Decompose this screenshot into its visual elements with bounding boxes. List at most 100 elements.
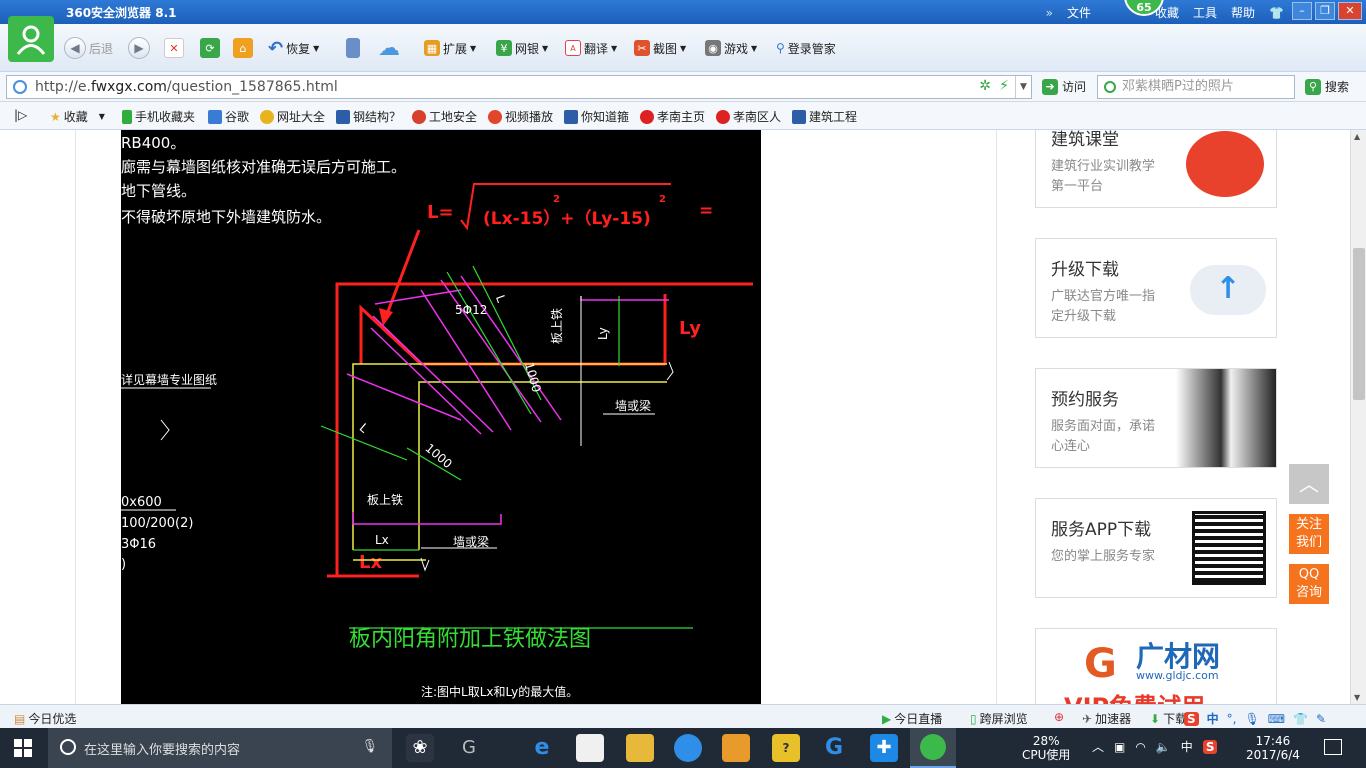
gift-icon: ▤ (14, 711, 26, 726)
fav-item-construction[interactable]: 建筑工程 (792, 108, 857, 125)
follow-us-button[interactable]: 关注我们 (1289, 514, 1329, 554)
glodon-icon[interactable] (674, 734, 702, 762)
expand-favorites-icon[interactable]: |▷ (14, 108, 27, 122)
handshake-image (1176, 369, 1276, 467)
cad-note: 廊需与幕墙图纸核对准确无误后方可施工。 (121, 158, 406, 176)
fav-label: 孝南主页 (657, 110, 706, 124)
cross-screen[interactable]: ▯ 跨屏浏览 (970, 710, 1028, 727)
cad-note: 不得破坏原地下外墙建筑防水。 (121, 208, 331, 226)
menu-tools[interactable]: 工具 (1193, 4, 1217, 21)
phone-button[interactable] (346, 36, 360, 60)
dim-label: L (493, 293, 509, 304)
fav-item-stirrup[interactable]: 你知道箍 (564, 108, 629, 125)
forward-button[interactable]: ▶ (128, 36, 150, 60)
microphone-icon[interactable]: 🎙 (361, 739, 378, 754)
clock[interactable]: 17:46 2017/6/4 (1246, 734, 1300, 762)
fav-item-google[interactable]: 谷歌 (208, 108, 249, 125)
back-label: 后退 (89, 41, 114, 56)
windows-start-icon[interactable] (14, 739, 32, 757)
close-button[interactable]: ✕ (1338, 2, 1362, 20)
visit-button[interactable]: ➜ 访问 (1042, 78, 1086, 95)
restore-button[interactable]: ↶ 恢复 ▼ (268, 36, 319, 60)
maximize-button[interactable]: ❐ (1315, 2, 1335, 20)
browser-task-active[interactable] (910, 728, 956, 768)
scroll-thumb[interactable] (1353, 248, 1365, 400)
page-scrollbar[interactable]: ▲ ▼ (1350, 130, 1366, 704)
card-subtitle: 建筑行业实训教学第一平台 (1051, 159, 1156, 194)
favorites-menu[interactable]: ★ 收藏 ▼ (50, 108, 105, 125)
glodon-app-icon[interactable]: G (820, 734, 848, 762)
skin-icon[interactable]: 👕 (1269, 6, 1284, 20)
qq-consult-button[interactable]: QQ咨询 (1289, 564, 1329, 604)
menu-file[interactable]: 文件 (1067, 4, 1091, 21)
ad-vip: VIP免费试用 (1064, 687, 1205, 704)
sogou-tray-icon[interactable]: S (1202, 740, 1218, 754)
plus-circle-icon: ⊕ (1054, 710, 1065, 724)
stop-button[interactable]: ✕ (164, 36, 184, 60)
games-button[interactable]: ◉ 游戏 ▼ (705, 36, 757, 60)
folder-icon[interactable] (626, 734, 654, 762)
translate-button[interactable]: A 翻译 ▼ (565, 36, 617, 60)
menu-help[interactable]: 帮助 (1231, 4, 1255, 21)
fav-item-xiaonan[interactable]: 孝南主页 (640, 108, 705, 125)
today-live[interactable]: ▶ 今日直播 (882, 710, 942, 727)
edge-icon[interactable]: e (528, 734, 556, 762)
lightning-icon[interactable]: ⚡ (999, 78, 1009, 94)
url-dropdown-icon[interactable]: ▼ (1015, 76, 1031, 98)
search-button[interactable]: ⚲ 搜索 (1305, 78, 1349, 95)
today-picks[interactable]: ▤ 今日优选 (14, 710, 76, 727)
tray-app-icon[interactable]: ▣ (1114, 740, 1125, 754)
search-input[interactable]: 邓紫棋晒P过的照片 (1097, 75, 1295, 99)
fav-item-xiaonan-district[interactable]: 孝南区人 (716, 108, 781, 125)
plugin-icon[interactable]: ⊕ (1054, 710, 1064, 724)
chevron-up-icon[interactable]: ︿ (1092, 740, 1104, 754)
url-input[interactable]: http://e. fwxgx.com/question_1587865.html… (6, 75, 1032, 99)
ebank-button[interactable]: ¥ 网银 ▼ (496, 36, 548, 60)
bar-label: 5Φ12 (455, 303, 487, 317)
input-language[interactable]: 中 (1181, 740, 1193, 754)
wifi-icon[interactable]: ◠ (1135, 740, 1145, 754)
browser-logo[interactable] (8, 16, 54, 62)
taskbar-search[interactable]: 在这里输入你要搜索的内容 🎙 (48, 728, 392, 768)
fav-item-video[interactable]: 视频播放 (488, 108, 553, 125)
extensions-button[interactable]: ▦ 扩展 ▼ (424, 36, 476, 60)
store-icon[interactable] (576, 734, 604, 762)
card-app-download[interactable]: 服务APP下载 您的掌上服务专家 (1035, 498, 1277, 598)
globe-icon (13, 80, 27, 94)
help-app-icon[interactable]: ? (772, 734, 800, 762)
card-upgrade-download[interactable]: 升级下载 广联达官方唯一指定升级下载 ↑ (1035, 238, 1277, 338)
dropdown-icon: ▼ (313, 43, 320, 53)
scroll-down-icon[interactable]: ▼ (1354, 693, 1360, 702)
download[interactable]: ⬇ 下载 (1150, 710, 1187, 727)
task-view-icon[interactable]: ❀ (406, 734, 434, 762)
fav-item-steel[interactable]: 钢结构？ (336, 108, 401, 125)
home-button[interactable]: ⌂ (233, 36, 253, 60)
back-button[interactable]: ◀ 后退 (64, 36, 113, 60)
restore-label: 恢复 (286, 41, 311, 56)
notes-icon[interactable] (722, 734, 750, 762)
site-icon (564, 109, 578, 124)
refresh-button[interactable]: ⟳ (200, 36, 220, 60)
cloud-button[interactable]: ☁ (378, 36, 400, 61)
cpu-usage[interactable]: 28% CPU使用 (1022, 734, 1070, 762)
volume-icon[interactable]: 🔈 (1156, 740, 1171, 754)
fav-label: 你知道箍 (581, 110, 630, 124)
ime-toolbar[interactable]: S 中 °, 🎙 ⌨ 👕 ✎ (1184, 710, 1326, 727)
login-manager-button[interactable]: ⚲ 登录管家 (776, 36, 836, 60)
label-lx: Lx (359, 552, 382, 573)
card-appointment[interactable]: 预约服务 服务面对面，承诺心连心 (1035, 368, 1277, 468)
notification-icon[interactable] (1324, 739, 1342, 755)
scroll-up-icon[interactable]: ▲ (1354, 132, 1360, 141)
accelerator[interactable]: ✈ 加速器 (1082, 710, 1131, 727)
plus-app-icon[interactable]: ✚ (870, 734, 898, 762)
fav-item-safety[interactable]: 工地安全 (412, 108, 477, 125)
screenshot-button[interactable]: ✂ 截图 ▼ (634, 36, 686, 60)
ad-gldjc[interactable]: G 广材网 www.gldjc.com VIP免费试用 (1035, 628, 1277, 704)
fav-label: 建筑工程 (809, 110, 858, 124)
fav-item-sites[interactable]: 网址大全 (260, 108, 325, 125)
minimize-button[interactable]: – (1292, 2, 1312, 20)
back-to-top-button[interactable]: ︿ (1289, 464, 1329, 504)
card-construction-class[interactable]: 建筑课堂 建筑行业实训教学第一平台 (1035, 130, 1277, 208)
app-icon[interactable]: G (455, 734, 483, 762)
fav-item-mobile[interactable]: 手机收藏夹 (122, 108, 195, 125)
